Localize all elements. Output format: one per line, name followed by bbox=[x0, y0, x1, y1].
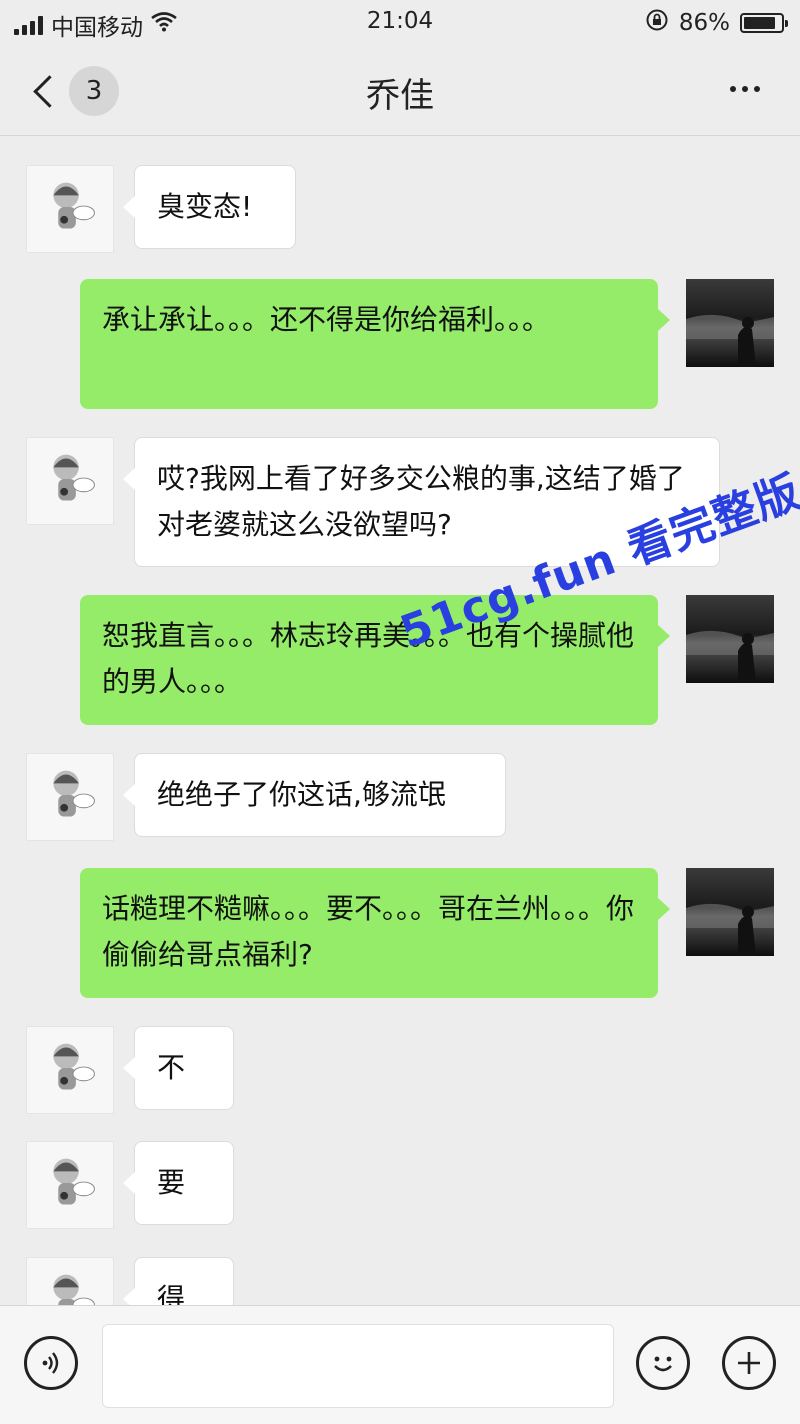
received-message[interactable]: 臭变态! bbox=[123, 165, 296, 249]
chat-header: 3 乔佳 bbox=[0, 46, 800, 136]
input-bar bbox=[0, 1305, 800, 1424]
contact-avatar[interactable] bbox=[26, 753, 114, 841]
sent-message[interactable]: 承让承让。。。还不得是你给福利。。。 bbox=[80, 279, 670, 409]
voice-icon bbox=[42, 1352, 59, 1374]
contact-avatar[interactable] bbox=[26, 1141, 114, 1229]
contact-avatar[interactable] bbox=[26, 1026, 114, 1114]
contact-avatar[interactable] bbox=[26, 165, 114, 253]
my-avatar[interactable] bbox=[686, 595, 774, 683]
received-message[interactable]: 要 bbox=[123, 1141, 234, 1225]
received-message[interactable]: 得 bbox=[123, 1257, 234, 1305]
sent-message[interactable]: 恕我直言。。。林志玲再美。。。也有个操腻他的男人。。。 bbox=[80, 595, 670, 725]
battery-icon bbox=[740, 13, 788, 33]
my-avatar[interactable] bbox=[686, 279, 774, 367]
rotation-lock-icon bbox=[645, 8, 669, 38]
received-message[interactable]: 不 bbox=[123, 1026, 234, 1110]
battery-percent: 86% bbox=[678, 10, 730, 36]
message-input[interactable] bbox=[102, 1324, 614, 1408]
plus-button[interactable] bbox=[722, 1336, 776, 1390]
voice-button[interactable] bbox=[24, 1336, 78, 1390]
status-right: 86% bbox=[645, 8, 788, 38]
plus-icon bbox=[738, 1352, 760, 1374]
status-bar: 中国移动 21:04 86% bbox=[0, 0, 800, 46]
chat-title: 乔佳 bbox=[366, 76, 434, 116]
emoji-icon bbox=[654, 1356, 672, 1372]
message-list[interactable]: 臭变态! 承让承让。。。还不得是你给福利。。。 哎?我网上看了好多交公粮的事,这… bbox=[0, 137, 800, 1305]
sent-message[interactable]: 话糙理不糙嘛。。。要不。。。哥在兰州。。。你偷偷给哥点福利? bbox=[80, 868, 670, 998]
my-avatar[interactable] bbox=[686, 868, 774, 956]
more-dots-icon[interactable] bbox=[730, 86, 760, 92]
emoji-button[interactable] bbox=[636, 1336, 690, 1390]
contact-avatar[interactable] bbox=[26, 1257, 114, 1305]
received-message[interactable]: 绝绝子了你这话,够流氓 bbox=[123, 753, 506, 837]
contact-avatar[interactable] bbox=[26, 437, 114, 525]
